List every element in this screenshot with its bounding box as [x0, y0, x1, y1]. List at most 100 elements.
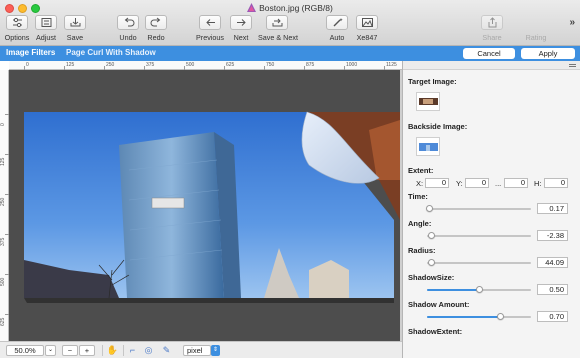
radius-label: Radius: — [408, 246, 436, 255]
vertical-ruler: 0 125 250 375 500 625 — [0, 70, 9, 341]
rating-icon — [530, 17, 543, 28]
adjust-icon — [41, 18, 51, 27]
save-next-button[interactable]: Save & Next — [258, 15, 298, 42]
extent-w-field[interactable]: 0 — [504, 178, 528, 188]
radius-value-field[interactable]: 44.09 — [537, 257, 568, 268]
document-app-icon — [247, 3, 257, 12]
next-button[interactable]: Next — [228, 15, 254, 42]
zoom-in-button[interactable]: + — [79, 345, 95, 356]
photo-preview[interactable] — [9, 70, 400, 341]
ruler-tick-label: 750 — [266, 62, 275, 68]
crop-tool-icon[interactable]: ⌐ — [126, 345, 139, 356]
ruler-tick-label: 250 — [106, 62, 115, 68]
shadowamount-slider[interactable] — [427, 313, 531, 320]
xe847-button[interactable]: Xe847 — [353, 15, 381, 42]
ruler-tick-label: 375 — [146, 62, 155, 68]
image-icon — [361, 18, 373, 27]
zoom-field[interactable]: 50.0% — [6, 345, 44, 356]
shadowamount-label: Shadow Amount: — [408, 300, 470, 309]
cancel-button[interactable]: Cancel — [463, 48, 515, 59]
share-button[interactable]: Share — [479, 15, 505, 42]
ruler-tick-label: 875 — [306, 62, 315, 68]
filter-bar: Image Filters Page Curl With Shadow Canc… — [0, 46, 580, 61]
panel-menu-icon[interactable] — [569, 64, 576, 67]
window-toolbar: Boston.jpg (RGB/8) Options Adjust Save U… — [0, 0, 580, 46]
separator — [102, 345, 103, 356]
undo-icon — [124, 17, 134, 27]
ruler-tick-label: 0 — [0, 123, 6, 126]
angle-value-field[interactable]: -2.38 — [537, 230, 568, 241]
radius-slider-knob[interactable] — [428, 259, 435, 266]
shadowsize-slider[interactable] — [427, 286, 531, 293]
extent-w-label: ... — [495, 179, 502, 188]
horizontal-ruler: 0 125 250 375 500 625 750 875 1000 1125 — [9, 61, 402, 70]
xe847-label: Xe847 — [356, 33, 378, 42]
extent-x-label: X: — [416, 179, 424, 188]
share-icon — [488, 17, 496, 28]
target-image-thumbnail — [418, 98, 438, 105]
save-next-label: Save & Next — [258, 33, 298, 42]
angle-label: Angle: — [408, 219, 432, 228]
save-button[interactable]: Save — [62, 15, 88, 42]
zoom-dropdown[interactable]: ⌄ — [45, 345, 56, 356]
options-button[interactable]: Options — [4, 15, 30, 42]
window-title-text: Boston.jpg (RGB/8) — [259, 3, 333, 13]
unit-select[interactable]: pixel — [183, 345, 211, 356]
auto-label: Auto — [329, 33, 345, 42]
options-icon — [12, 17, 22, 28]
backside-image-well[interactable] — [416, 137, 440, 156]
extent-y-field[interactable]: 0 — [465, 178, 489, 188]
shadowsize-value-field[interactable]: 0.50 — [537, 284, 568, 295]
shadowsize-slider-knob[interactable] — [476, 286, 483, 293]
next-label: Next — [233, 33, 249, 42]
zoom-out-button[interactable]: − — [62, 345, 78, 356]
wrench-tool-icon[interactable]: ✎ — [160, 345, 173, 356]
save-next-icon — [272, 18, 282, 27]
rotate-tool-icon[interactable]: ◎ — [142, 345, 155, 356]
up-down-arrows-icon: ⇕ — [212, 347, 219, 353]
shadowamount-slider-fill — [427, 316, 500, 318]
time-slider[interactable] — [426, 205, 531, 212]
extent-y-label: Y: — [456, 179, 463, 188]
previous-label: Previous — [196, 33, 224, 42]
angle-slider-knob[interactable] — [428, 232, 435, 239]
hand-tool-icon[interactable]: ✋ — [106, 345, 119, 356]
previous-button[interactable]: Previous — [195, 15, 225, 42]
extent-h-field[interactable]: 0 — [544, 178, 568, 188]
time-slider-knob[interactable] — [426, 205, 434, 212]
target-image-well[interactable] — [416, 92, 440, 111]
adjust-button[interactable]: Adjust — [33, 15, 59, 42]
unit-stepper[interactable]: ⇕ — [211, 345, 220, 356]
share-label: Share — [482, 33, 502, 42]
ruler-tick-label: 125 — [66, 62, 75, 68]
status-bar: 50.0% ⌄ − + ✋ ⌐ ◎ ✎ pixel ⇕ — [0, 341, 402, 358]
auto-button[interactable]: Auto — [324, 15, 350, 42]
image-stage[interactable] — [9, 70, 400, 341]
angle-slider[interactable] — [427, 232, 531, 239]
ruler-tick-label: 125 — [0, 157, 6, 166]
toolbar-overflow-button[interactable]: » — [569, 17, 575, 28]
ruler-tick-label: 500 — [186, 62, 195, 68]
shadowsize-label: ShadowSize: — [408, 273, 455, 282]
shadowamount-value-field[interactable]: 0.70 — [537, 311, 568, 322]
undo-button[interactable]: Undo — [115, 15, 141, 42]
backside-image-label: Backside Image: — [408, 122, 468, 131]
extent-label: Extent: — [408, 166, 434, 175]
undo-label: Undo — [119, 33, 137, 42]
ruler-tick-label: 500 — [0, 277, 6, 286]
extent-x-field[interactable]: 0 — [425, 178, 449, 188]
redo-label: Redo — [147, 33, 165, 42]
options-label: Options — [4, 33, 30, 42]
ruler-tick-label: 1000 — [346, 62, 358, 68]
ruler-tick-label: 625 — [0, 317, 6, 326]
save-icon — [70, 18, 80, 27]
rating-button[interactable]: Rating — [521, 15, 551, 42]
separator — [123, 345, 124, 356]
apply-button[interactable]: Apply — [521, 48, 575, 59]
time-value-field[interactable]: 0.17 — [537, 203, 568, 214]
redo-button[interactable]: Redo — [143, 15, 169, 42]
radius-slider[interactable] — [427, 259, 531, 266]
rating-label: Rating — [525, 33, 547, 42]
shadowamount-slider-knob[interactable] — [496, 313, 504, 320]
target-image-label: Target Image: — [408, 77, 457, 86]
